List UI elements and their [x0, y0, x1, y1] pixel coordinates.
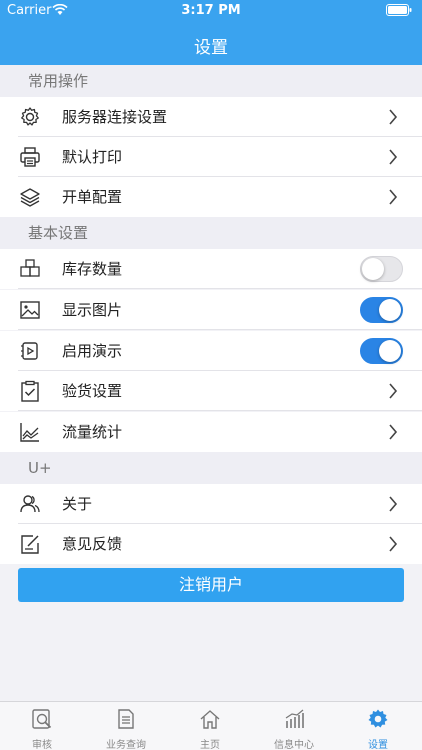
show-image-toggle[interactable]: [360, 297, 403, 323]
tab-label: 信息中心: [274, 740, 314, 750]
video-icon: [21, 342, 38, 360]
tab-label: 设置: [368, 740, 388, 750]
status-bar: Carrier 3:17 PM: [0, 0, 422, 22]
demo-toggle[interactable]: [360, 338, 403, 364]
tab-settings[interactable]: 设置: [336, 702, 420, 750]
row-label: 默认打印: [62, 148, 123, 166]
chevron-right-icon: [389, 109, 398, 125]
clock: 3:17 PM: [181, 3, 241, 18]
row-label: 验货设置: [62, 382, 123, 400]
row-label: 意见反馈: [62, 535, 123, 553]
logout-button[interactable]: 注销用户: [18, 568, 404, 602]
stock-toggle[interactable]: [360, 256, 403, 282]
row-label: 流量统计: [62, 423, 123, 441]
toggle-knob: [379, 299, 401, 321]
row-default-print[interactable]: 默认打印: [0, 137, 422, 177]
layers-icon: [20, 188, 40, 207]
row-enable-demo: 启用演示: [0, 331, 422, 371]
row-label: 关于: [62, 495, 93, 513]
tab-bar: 审核 业务查询 主页 信息中心 设置: [0, 701, 422, 750]
chevron-right-icon: [389, 383, 398, 399]
tab-label: 业务查询: [106, 740, 146, 750]
chevron-right-icon: [389, 496, 398, 512]
boxes-icon: [20, 259, 40, 277]
toggle-knob: [379, 340, 401, 362]
tab-business-query[interactable]: 业务查询: [84, 702, 168, 750]
row-show-image: 显示图片: [0, 290, 422, 330]
row-order-config[interactable]: 开单配置: [0, 177, 422, 217]
users-icon: [20, 495, 40, 513]
row-traffic-stats[interactable]: 流量统计: [0, 412, 422, 452]
line-chart-icon: [20, 423, 39, 442]
printer-icon: [20, 147, 40, 167]
tab-label: 审核: [32, 740, 52, 750]
row-feedback[interactable]: 意见反馈: [0, 524, 422, 564]
tab-home[interactable]: 主页: [168, 702, 252, 750]
row-server-settings[interactable]: 服务器连接设置: [0, 97, 422, 137]
home-icon: [200, 710, 220, 729]
battery-icon: [386, 4, 412, 16]
document-icon: [118, 709, 134, 729]
clipboard-check-icon: [21, 380, 39, 402]
row-label: 服务器连接设置: [62, 108, 168, 126]
row-label: 库存数量: [62, 260, 123, 278]
toggle-knob: [362, 258, 384, 280]
tab-label: 主页: [200, 740, 220, 750]
section-header-common: 常用操作: [0, 65, 422, 97]
page-title: 设置: [194, 38, 228, 58]
nav-header: Carrier 3:17 PM 设置: [0, 0, 422, 65]
row-inspection-settings[interactable]: 验货设置: [0, 371, 422, 411]
section-header-uplus: U+: [0, 452, 422, 484]
tab-info-center[interactable]: 信息中心: [252, 702, 336, 750]
chevron-right-icon: [389, 189, 398, 205]
bar-chart-icon: [285, 709, 304, 728]
row-label: 显示图片: [62, 301, 123, 319]
row-label: 启用演示: [62, 342, 123, 360]
settings-gear-icon: [368, 709, 388, 728]
chevron-right-icon: [389, 536, 398, 552]
row-stock-quantity: 库存数量: [0, 249, 422, 289]
chevron-right-icon: [389, 149, 398, 165]
row-about[interactable]: 关于: [0, 484, 422, 524]
edit-icon: [21, 535, 39, 554]
image-icon: [20, 301, 40, 319]
gear-icon: [21, 107, 39, 126]
chevron-right-icon: [389, 424, 398, 440]
audit-search-icon: [32, 709, 52, 729]
row-label: 开单配置: [62, 188, 123, 206]
tab-review[interactable]: 审核: [0, 702, 84, 750]
section-header-basic: 基本设置: [0, 217, 422, 249]
